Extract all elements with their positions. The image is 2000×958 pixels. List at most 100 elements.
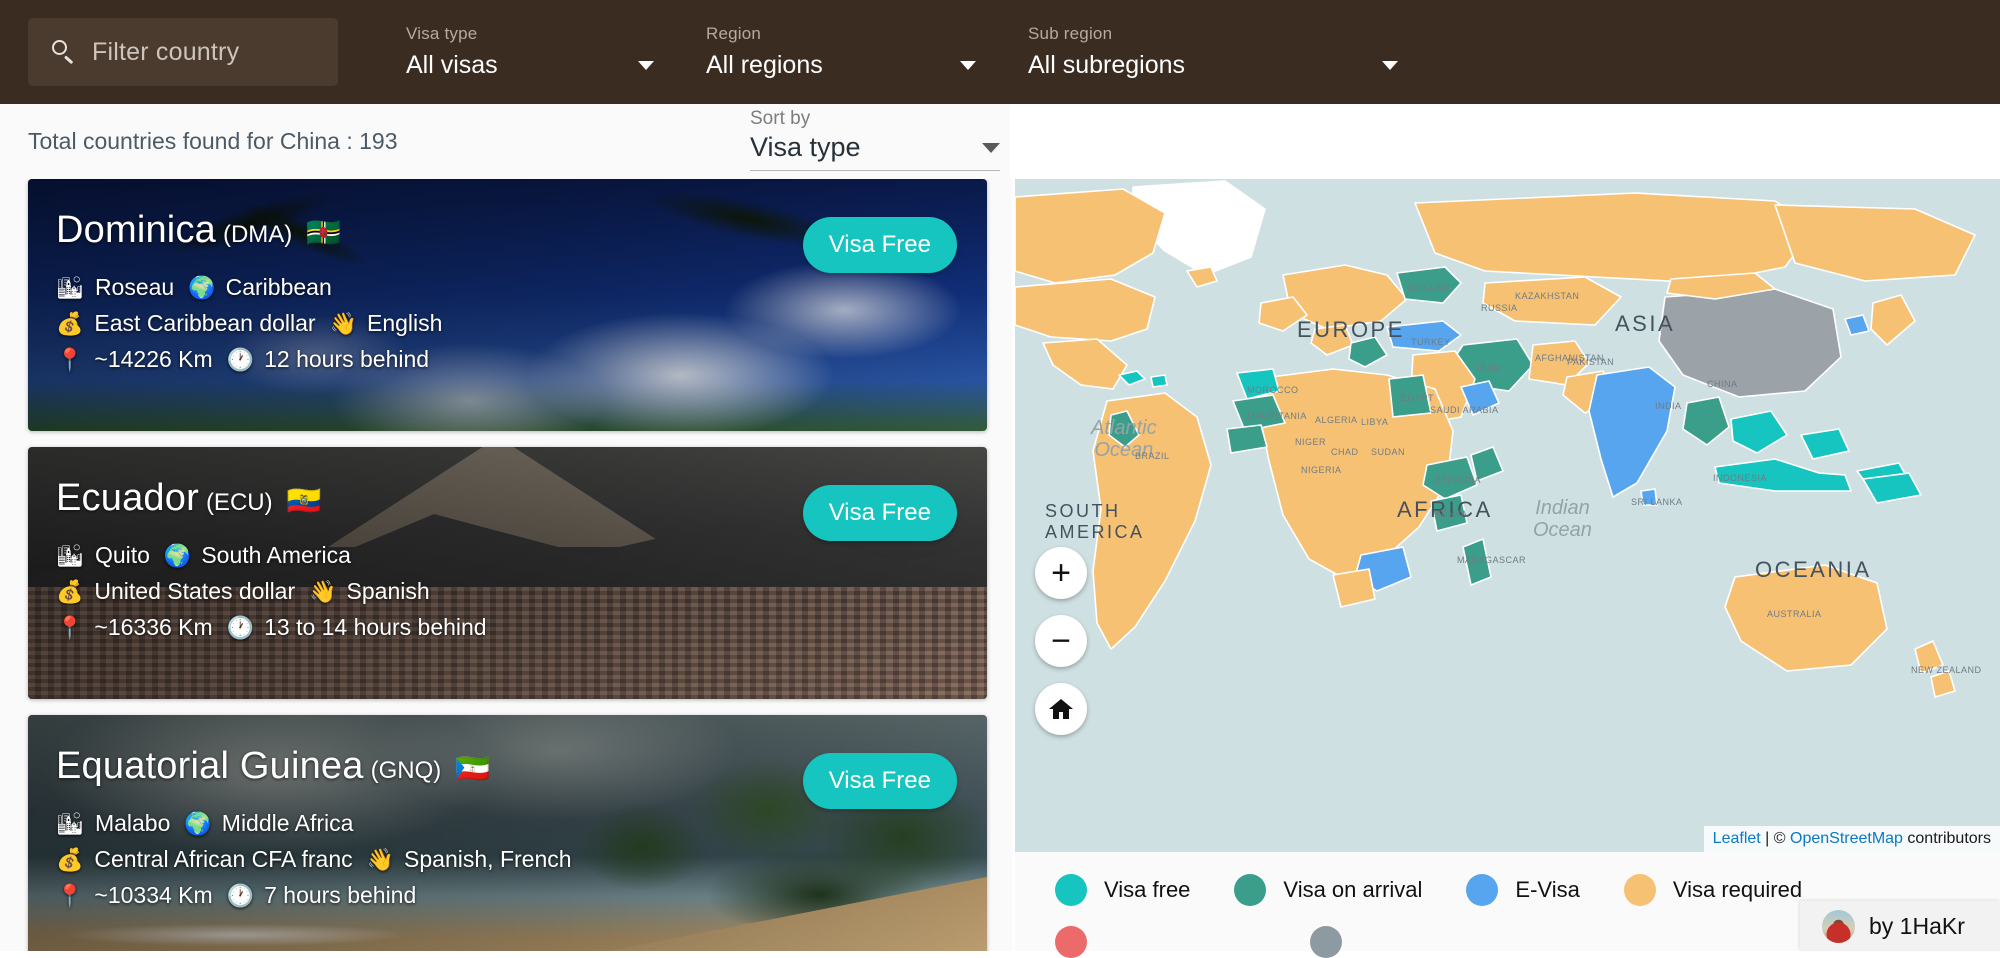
sort-by-value: Visa type [750,132,861,162]
country-name: Ecuador [56,477,199,519]
home-icon [1049,699,1073,719]
map-canvas[interactable] [1015,179,2000,852]
home-button[interactable] [1035,683,1087,735]
country-code: (DMA) [222,221,293,248]
legend-label-visa-on-arrival: Visa on arrival [1283,877,1423,902]
attribution-separator: | [1760,830,1774,847]
legend-item-e-visa[interactable]: E-Visa [1466,874,1580,906]
zoom-in-button[interactable]: + [1035,547,1087,599]
country-code: (ECU) [205,489,273,516]
country-card[interactable]: Visa Free Equatorial Guinea (GNQ) 🇬🇶 🏙 M… [28,715,987,951]
globe-icon: 🌍 [184,810,212,836]
legend-dot-e-visa [1466,874,1499,906]
time-value: 7 hours behind [264,882,417,908]
chevron-down-icon [960,61,976,70]
distance-time-line: 📍 ~10334 Km 🕐 7 hours behind [56,882,987,909]
map-legend: Visa free Visa on arrival E-Visa Visa re… [1015,852,2000,958]
filter-visa-type-label: Visa type [406,24,478,43]
waving-hand-icon: 👋 [329,310,357,336]
time-value: 12 hours behind [264,346,430,372]
sort-by-dropdown[interactable]: Sort by Visa type [750,108,1000,171]
currency-value: United States dollar [94,578,296,604]
capital-value: Malabo [94,810,171,836]
legend-item-visa-free[interactable]: Visa free [1055,874,1190,906]
distance-value: ~16336 Km [94,614,213,640]
capital-region-line: 🏙 Roseau 🌍 Caribbean [56,274,987,301]
language-value: Spanish, French [404,846,572,872]
legend-dot-visa-free [1055,874,1087,906]
zoom-out-button[interactable]: − [1035,615,1087,667]
filter-sub-region-label: Sub region [1028,24,1113,43]
currency-value: East Caribbean dollar [94,310,316,336]
legend-label-visa-free: Visa free [1104,877,1191,902]
legend-item-visa-required[interactable]: Visa required [1623,874,1803,906]
clock-icon: 🕐 [226,346,255,372]
map-pin-icon: 📍 [56,346,84,372]
clock-icon: 🕐 [226,614,255,640]
capital-region-line: 🏙 Quito 🌍 South America [56,542,987,569]
country-flag-icon: 🇬🇶 [455,753,491,784]
legend-dot-extra-1 [1055,926,1087,958]
globe-icon: 🌍 [188,274,216,300]
filter-region[interactable]: Region All regions [706,24,976,80]
attribution-copyright: © [1773,830,1790,847]
legend-item-visa-on-arrival[interactable]: Visa on arrival [1234,874,1422,906]
capital-region-line: 🏙 Malabo 🌍 Middle Africa [56,810,987,837]
legend-item-extra-1[interactable] [1055,926,1104,958]
region-value: South America [201,542,351,568]
map-pin-icon: 📍 [56,882,84,908]
search-input[interactable]: Filter country [28,18,338,86]
filter-sub-region[interactable]: Sub region All subregions [1028,24,1398,80]
clock-icon: 🕐 [226,882,255,908]
distance-value: ~14226 Km [94,346,213,372]
legend-dot-visa-on-arrival [1234,874,1267,906]
chevron-down-icon [638,61,654,70]
leaflet-link[interactable]: Leaflet [1713,830,1761,847]
watermark-credit[interactable]: by 1HaKr [1800,901,2000,951]
capital-value: Roseau [94,274,175,300]
map-pin-icon: 📍 [56,614,84,640]
country-card[interactable]: Visa Free Ecuador (ECU) 🇪🇨 🏙 Quito 🌍 Sou… [28,447,987,699]
money-bag-icon: 💰 [56,846,84,872]
capital-value: Quito [94,542,150,568]
total-countries-text: Total countries found for China : 193 [28,128,398,154]
legend-label-visa-required: Visa required [1672,877,1803,902]
city-buildings-icon: 🏙 [56,274,84,300]
legend-label-e-visa: E-Visa [1515,877,1580,902]
money-bag-icon: 💰 [56,310,84,336]
filter-region-value: All regions [706,51,823,79]
time-value: 13 to 14 hours behind [264,614,487,640]
region-value: Caribbean [225,274,332,300]
language-value: Spanish [346,578,430,604]
sort-by-label: Sort by [750,108,811,129]
watermark-text: by 1HaKr [1869,912,1965,939]
legend-dot-visa-required [1623,874,1656,906]
country-name: Equatorial Guinea [56,745,364,787]
currency-value: Central African CFA franc [94,846,353,872]
currency-language-line: 💰 United States dollar 👋 Spanish [56,578,987,605]
chevron-down-icon [1382,61,1398,70]
filter-region-label: Region [706,24,762,43]
chevron-down-icon [982,142,1000,153]
openstreetmap-link[interactable]: OpenStreetMap [1790,830,1903,847]
globe-icon: 🌍 [163,542,192,568]
city-buildings-icon: 🏙 [56,810,84,836]
country-name: Dominica [56,209,216,251]
country-flag-icon: 🇩🇲 [306,217,342,248]
map-attribution[interactable]: Leaflet | © OpenStreetMap contributors [1703,826,2000,852]
filter-visa-type[interactable]: Visa type All visas [406,24,654,80]
map-zoom-controls[interactable]: + − [1035,547,1087,751]
world-visa-map[interactable]: Atlantic Ocean Indian Ocean EUROPE ASIA AF… [1015,179,2000,852]
country-list[interactable]: Visa Free Dominica (DMA) 🇩🇲 🏙 Roseau 🌍 C… [0,179,1015,951]
country-card[interactable]: Visa Free Dominica (DMA) 🇩🇲 🏙 Roseau 🌍 C… [28,179,987,431]
top-filter-bar: Filter country Visa type All visas Regio… [0,0,2000,104]
distance-value: ~10334 Km [94,882,213,908]
region-value: Middle Africa [221,810,354,836]
legend-dot-extra-2 [1310,926,1342,958]
distance-time-line: 📍 ~16336 Km 🕐 13 to 14 hours behind [56,614,987,641]
currency-language-line: 💰 Central African CFA franc 👋 Spanish, F… [56,846,987,873]
money-bag-icon: 💰 [56,578,84,604]
waving-hand-icon: 👋 [309,578,337,604]
attribution-suffix: contributors [1902,830,1991,847]
legend-item-extra-2[interactable] [1310,926,1359,958]
